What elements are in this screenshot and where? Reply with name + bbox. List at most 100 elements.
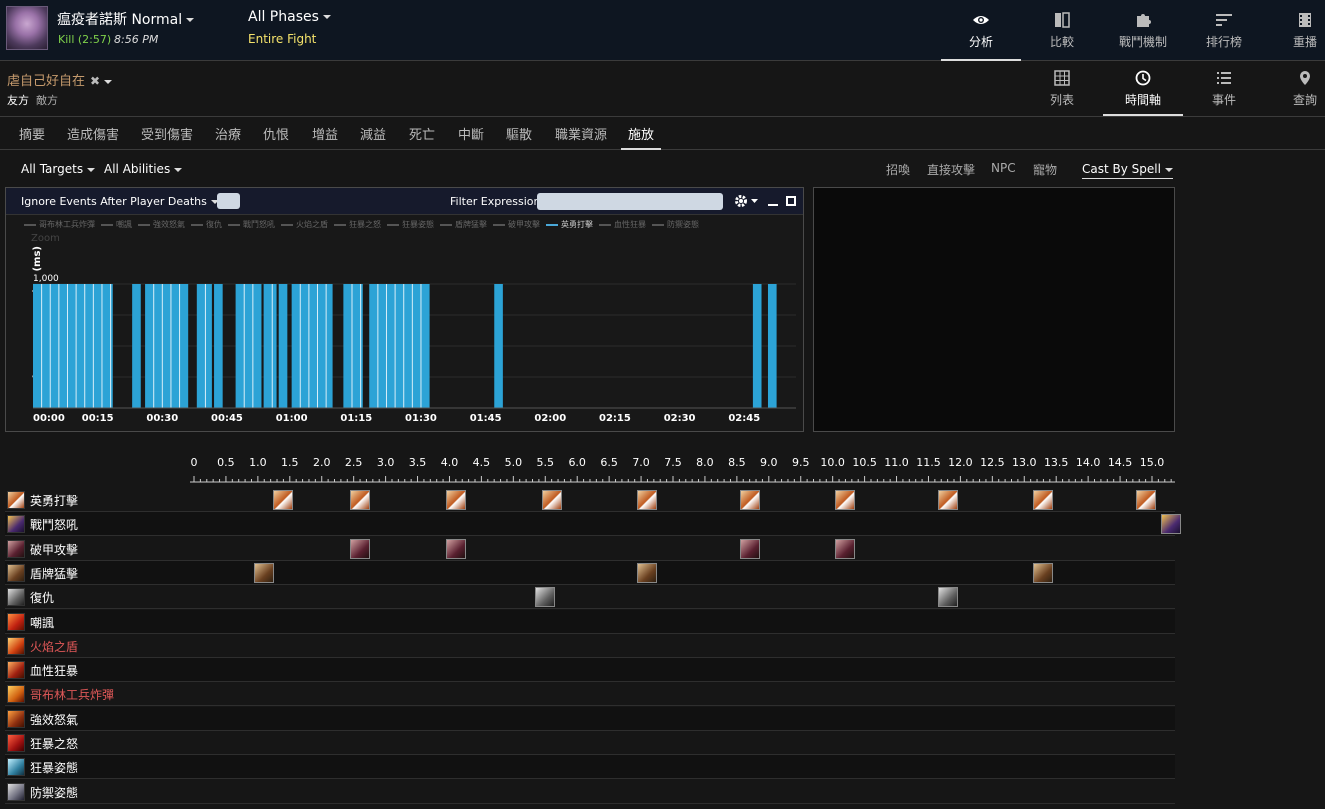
ignore-deaths-toggle[interactable] bbox=[217, 193, 240, 209]
nav-mechanics[interactable]: 戰鬥機制 bbox=[1103, 0, 1183, 61]
ability-name[interactable]: 英勇打擊 bbox=[30, 492, 78, 509]
cast-event[interactable] bbox=[1033, 562, 1054, 583]
puzzle-icon bbox=[1137, 14, 1151, 27]
ability-name[interactable]: 哥布林工兵炸彈 bbox=[30, 686, 114, 703]
cast-event[interactable] bbox=[739, 538, 760, 559]
abilities-filter[interactable]: All Abilities bbox=[104, 162, 183, 176]
cast-event[interactable] bbox=[350, 538, 371, 559]
view-query[interactable]: 查詢 bbox=[1265, 61, 1325, 116]
goblin-sapper-icon bbox=[7, 685, 25, 704]
tab-healing[interactable]: 治療 bbox=[215, 124, 241, 150]
ruler-label: 6.5 bbox=[600, 456, 618, 469]
ability-name[interactable]: 嘲諷 bbox=[30, 614, 54, 631]
cast-bar[interactable] bbox=[752, 284, 762, 408]
tab-damage-taken[interactable]: 受到傷害 bbox=[141, 124, 193, 150]
ability-name[interactable]: 防禦姿態 bbox=[30, 784, 78, 801]
cast-by-selector[interactable]: Cast By Spell bbox=[1082, 162, 1173, 179]
cast-bar[interactable] bbox=[494, 284, 503, 408]
cast-event[interactable] bbox=[637, 562, 658, 583]
cast-event[interactable] bbox=[1161, 514, 1182, 535]
x-tick-label: 02:15 bbox=[599, 413, 631, 424]
cast-event[interactable] bbox=[835, 538, 856, 559]
cast-bar[interactable] bbox=[343, 284, 363, 408]
ability-name[interactable]: 戰鬥怒吼 bbox=[30, 516, 78, 533]
maximize-icon[interactable] bbox=[786, 196, 796, 206]
phase-selector[interactable]: All Phases bbox=[248, 9, 331, 25]
sunder-armor-icon bbox=[7, 539, 25, 558]
tab-resources[interactable]: 職業資源 bbox=[555, 124, 607, 150]
tab-summary[interactable]: 摘要 bbox=[19, 124, 45, 150]
cast-bar[interactable] bbox=[145, 284, 189, 408]
ability-name[interactable]: 復仇 bbox=[30, 589, 54, 606]
tab-debuffs[interactable]: 減益 bbox=[360, 124, 386, 150]
cast-event[interactable] bbox=[535, 587, 556, 608]
filter-direct-attacks[interactable]: 直接攻擊 bbox=[927, 161, 975, 178]
timeline-ticks: 0 0.5 1.0 1.5 2.0 2.5 3.0 3.5 4.0 4.5 5.0 5.5 6.0 6.5… bbox=[190, 456, 1175, 483]
friendly-toggle[interactable]: 友方 bbox=[7, 92, 29, 108]
fight-selector[interactable]: 瘟疫者諾斯 Normal bbox=[57, 9, 195, 29]
cast-bar[interactable] bbox=[263, 284, 277, 408]
ability-name[interactable]: 狂暴之怒 bbox=[30, 735, 78, 752]
cast-event[interactable] bbox=[350, 490, 371, 510]
cast-event[interactable] bbox=[835, 490, 856, 510]
ability-name[interactable]: 盾牌猛擊 bbox=[30, 565, 78, 582]
ability-name[interactable]: 強效怒氣 bbox=[30, 711, 78, 728]
map-pin-icon bbox=[1300, 71, 1310, 85]
filter-npc[interactable]: NPC bbox=[991, 161, 1016, 175]
cast-event[interactable] bbox=[445, 538, 466, 559]
tab-threat[interactable]: 仇恨 bbox=[263, 124, 289, 150]
tab-interrupts[interactable]: 中斷 bbox=[458, 124, 484, 150]
cast-event[interactable] bbox=[937, 587, 958, 608]
ruler-label: 10.0 bbox=[820, 456, 845, 469]
gear-icon[interactable] bbox=[734, 194, 760, 208]
chevron-down-icon bbox=[174, 167, 183, 172]
tab-deaths[interactable]: 死亡 bbox=[409, 124, 435, 150]
cast-event[interactable] bbox=[1033, 490, 1054, 510]
cast-bar[interactable] bbox=[196, 284, 212, 408]
filter-summons[interactable]: 招喚 bbox=[886, 161, 910, 178]
view-timeline[interactable]: 時間軸 bbox=[1103, 61, 1183, 116]
x-tick-label: 01:45 bbox=[470, 413, 502, 424]
cast-bar[interactable] bbox=[132, 284, 141, 408]
cast-bar[interactable] bbox=[767, 284, 777, 408]
cast-bar[interactable] bbox=[214, 284, 223, 408]
ruler-label: 1.5 bbox=[281, 456, 299, 469]
cast-event[interactable] bbox=[273, 490, 294, 510]
close-icon[interactable]: ✖ bbox=[90, 74, 100, 88]
nav-compare[interactable]: 比較 bbox=[1022, 0, 1102, 61]
view-events[interactable]: 事件 bbox=[1184, 61, 1264, 116]
targets-filter[interactable]: All Targets bbox=[21, 162, 96, 176]
cast-event[interactable] bbox=[541, 490, 562, 510]
ability-name[interactable]: 破甲攻擊 bbox=[30, 541, 78, 558]
tab-damage-done[interactable]: 造成傷害 bbox=[67, 124, 119, 150]
ability-name[interactable]: 狂暴姿態 bbox=[30, 759, 78, 776]
tab-dispels[interactable]: 驅散 bbox=[506, 124, 532, 150]
cast-event[interactable] bbox=[739, 490, 760, 510]
minimize-icon[interactable] bbox=[768, 194, 778, 206]
cast-event[interactable] bbox=[1135, 490, 1156, 510]
tab-casts[interactable]: 施放 bbox=[621, 124, 662, 150]
ability-name[interactable]: 血性狂暴 bbox=[30, 662, 78, 679]
cast-bar[interactable] bbox=[278, 284, 288, 408]
timeline-ruler: 0 0.5 1.0 1.5 2.0 2.5 3.0 3.5 4.0 4.5 5.0 5.5 6.0 6.5… bbox=[190, 452, 1175, 484]
tab-buffs[interactable]: 增益 bbox=[312, 124, 338, 150]
nav-rankings[interactable]: 排行榜 bbox=[1184, 0, 1264, 61]
cast-event[interactable] bbox=[445, 490, 466, 510]
ruler-label: 4.0 bbox=[441, 456, 459, 469]
cast-event[interactable] bbox=[637, 490, 658, 510]
boss-avatar[interactable] bbox=[6, 6, 48, 50]
cast-bar[interactable] bbox=[33, 284, 113, 408]
cast-event[interactable] bbox=[937, 490, 958, 510]
phase-subtitle: Entire Fight bbox=[248, 32, 317, 46]
nav-analyze[interactable]: 分析 bbox=[941, 0, 1021, 61]
player-selector[interactable]: 虐自己好自在 ✖ bbox=[7, 70, 113, 89]
filter-expression-input[interactable] bbox=[537, 193, 723, 210]
ability-name[interactable]: 火焰之盾 bbox=[30, 638, 78, 655]
enemy-toggle[interactable]: 敵方 bbox=[36, 92, 58, 108]
filter-pets[interactable]: 寵物 bbox=[1033, 161, 1057, 178]
ignore-deaths-selector[interactable]: Ignore Events After Player Deaths bbox=[21, 195, 219, 208]
view-table[interactable]: 列表 bbox=[1022, 61, 1102, 116]
nav-replay[interactable]: 重播 bbox=[1265, 0, 1325, 61]
cast-bar[interactable] bbox=[235, 284, 262, 408]
cast-event[interactable] bbox=[254, 562, 275, 583]
